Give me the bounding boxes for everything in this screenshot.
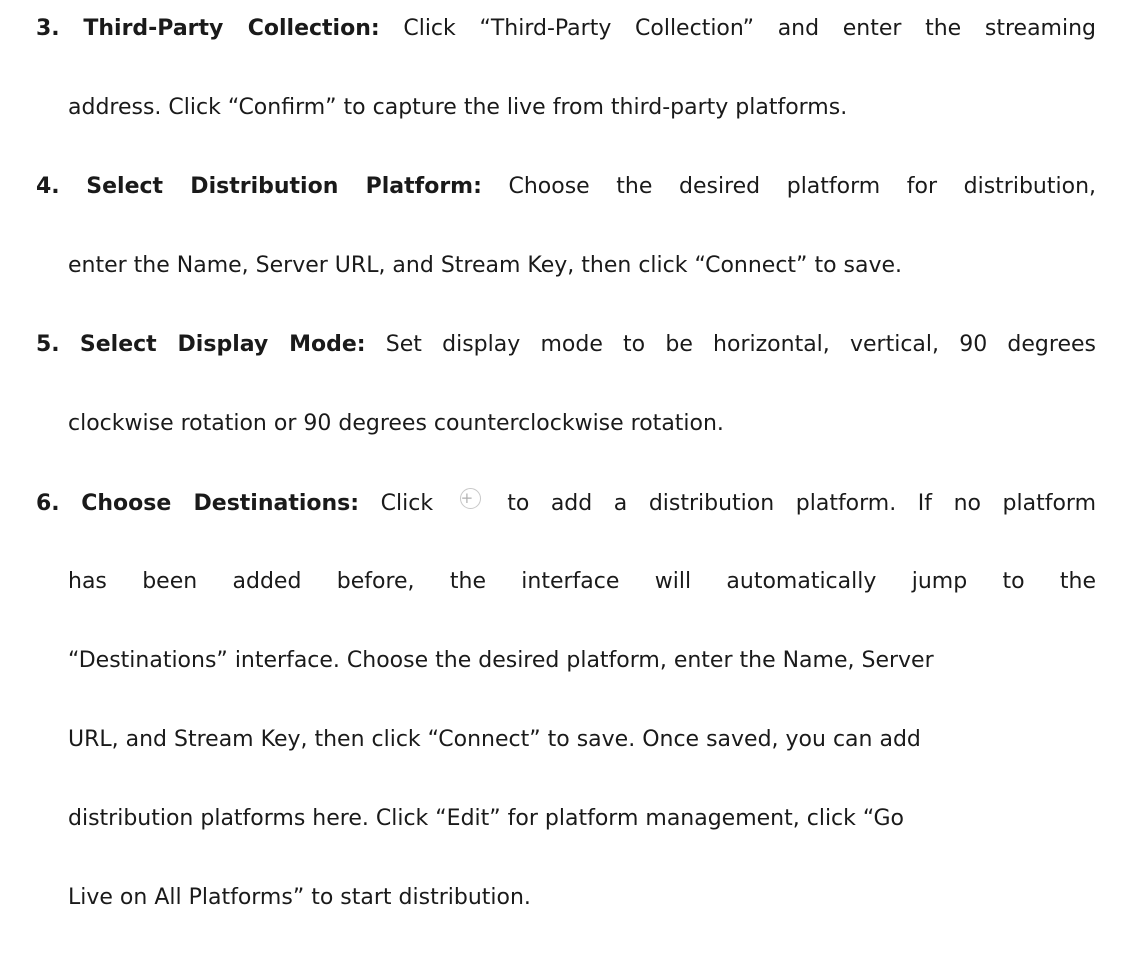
step-6-heading: Choose Destinations: xyxy=(81,491,360,516)
step-5-text-1: Set display mode to be horizontal, verti… xyxy=(365,332,1096,357)
step-3-heading: Third-Party Collection: xyxy=(83,16,380,41)
step-6-text-1b: to add a distribution platform. If no pl… xyxy=(507,491,1096,516)
step-6-line-1: 6. Choose Destinations: Click + to add a… xyxy=(36,488,1096,518)
step-3-line-1: 3. Third-Party Collection: Click “Third-… xyxy=(36,14,1096,44)
step-3-line-2: address. Click “Confirm” to capture the … xyxy=(68,95,848,120)
instruction-document: 3. Third-Party Collection: Click “Third-… xyxy=(0,0,1128,954)
step-4-text-1: Choose the desired platform for distribu… xyxy=(481,174,1096,199)
step-6-line-4: URL, and Stream Key, then click “Connect… xyxy=(68,727,921,752)
step-6-line-5: distribution platforms here. Click “Edit… xyxy=(68,806,905,831)
step-4-number: 4. xyxy=(36,174,60,199)
step-5-number: 5. xyxy=(36,332,60,357)
step-5-line-2: clockwise rotation or 90 degrees counter… xyxy=(68,411,724,436)
plus-circle-icon: + xyxy=(459,488,481,509)
step-6-line-6: Live on All Platforms” to start distribu… xyxy=(68,885,531,910)
step-3-number: 3. xyxy=(36,16,60,41)
step-4-heading: Select Distribution Platform: xyxy=(86,174,482,199)
step-4-line-2: enter the Name, Server URL, and Stream K… xyxy=(68,253,903,278)
step-6-text-1a: Click xyxy=(359,491,434,516)
step-6-line-2: has been added before, the interface wil… xyxy=(68,569,1096,594)
step-4-line-1: 4. Select Distribution Platform: Choose … xyxy=(36,172,1096,202)
step-6-number: 6. xyxy=(36,491,60,516)
step-5-heading: Select Display Mode: xyxy=(79,332,366,357)
step-5-line-1: 5. Select Display Mode: Set display mode… xyxy=(36,330,1096,360)
step-6-line-3: “Destinations” interface. Choose the des… xyxy=(68,648,934,673)
step-3-text-1: Click “Third-Party Collection” and enter… xyxy=(379,16,1096,41)
